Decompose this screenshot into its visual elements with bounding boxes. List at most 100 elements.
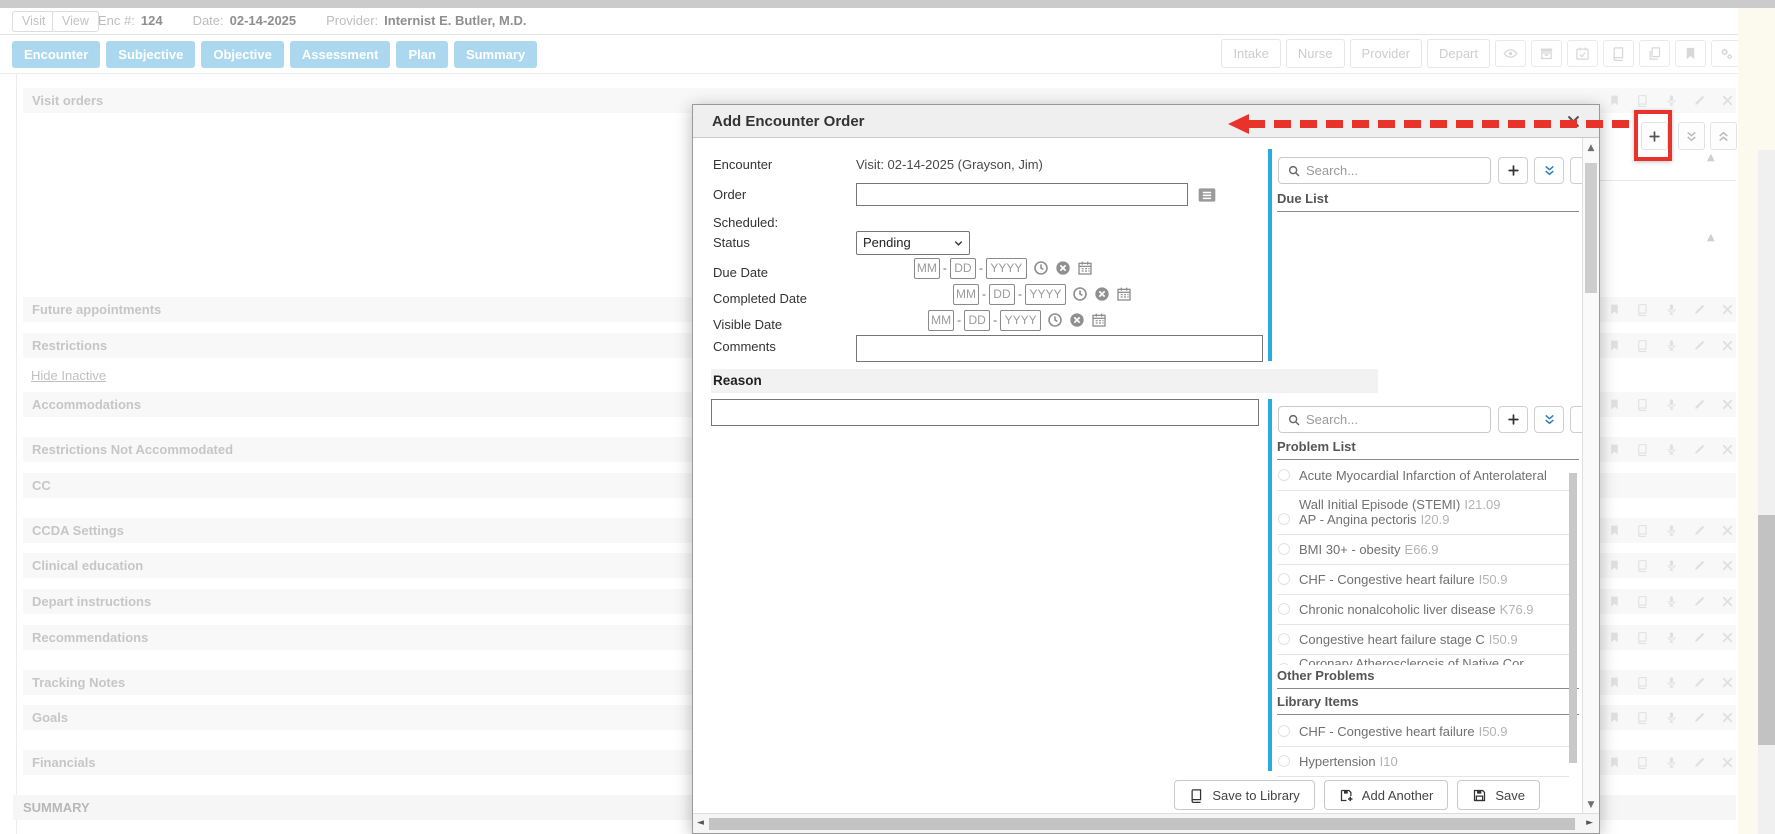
stage-button[interactable]: Provider [1350, 39, 1422, 68]
stage-button[interactable]: Depart [1427, 39, 1490, 68]
dialog-hscroll-thumb[interactable] [709, 818, 1575, 830]
problem-list-item[interactable]: Coronary Atherosclerosis of Native Cor [1277, 655, 1569, 665]
problem-radio[interactable] [1278, 543, 1290, 555]
delete-x-icon[interactable] [1721, 711, 1734, 724]
bookmark-icon[interactable] [1608, 339, 1621, 352]
calendar-icon[interactable] [1077, 260, 1093, 276]
stage-button[interactable]: Intake [1221, 39, 1280, 68]
delete-x-icon[interactable] [1721, 756, 1734, 769]
problem-radio[interactable] [1278, 603, 1290, 615]
day-input[interactable] [950, 258, 976, 279]
hide-inactive-link[interactable]: Hide Inactive [31, 368, 106, 383]
month-input[interactable] [953, 284, 979, 305]
library-book-icon[interactable] [1636, 595, 1649, 608]
microphone-icon[interactable] [1665, 524, 1678, 537]
header-icon-button[interactable] [1495, 40, 1526, 67]
problem-radio[interactable] [1278, 469, 1290, 481]
year-input[interactable] [1025, 284, 1066, 305]
delete-x-icon[interactable] [1721, 303, 1734, 316]
delete-x-icon[interactable] [1721, 524, 1734, 537]
header-icon-button[interactable] [1639, 40, 1670, 67]
header-icon-button[interactable] [1675, 40, 1706, 67]
delete-x-icon[interactable] [1721, 676, 1734, 689]
clock-icon[interactable] [1047, 312, 1063, 328]
dialog-vertical-scrollbar[interactable]: ▲ ▼ [1582, 138, 1599, 815]
year-input[interactable] [986, 258, 1027, 279]
problem-search-input[interactable] [1306, 408, 1486, 431]
due-expand-button[interactable] [1534, 157, 1564, 184]
dialog-footer-button[interactable]: Save [1457, 780, 1540, 810]
delete-x-icon[interactable] [1721, 595, 1734, 608]
bookmark-icon[interactable] [1608, 94, 1621, 107]
problem-list-item[interactable]: Chronic nonalcoholic liver diseaseK76.9 [1277, 595, 1569, 625]
delete-x-icon[interactable] [1721, 398, 1734, 411]
clear-date-icon[interactable] [1055, 260, 1071, 276]
dialog-vscroll-thumb[interactable] [1585, 163, 1597, 293]
edit-pencil-icon[interactable] [1693, 756, 1706, 769]
bookmark-icon[interactable] [1608, 303, 1621, 316]
delete-x-icon[interactable] [1721, 559, 1734, 572]
problem-radio[interactable] [1278, 663, 1290, 665]
bookmark-icon[interactable] [1608, 443, 1621, 456]
microphone-icon[interactable] [1665, 676, 1678, 689]
delete-x-icon[interactable] [1721, 94, 1734, 107]
edit-pencil-icon[interactable] [1693, 94, 1706, 107]
calendar-icon[interactable] [1116, 286, 1132, 302]
library-book-icon[interactable] [1636, 398, 1649, 411]
library-book-icon[interactable] [1636, 559, 1649, 572]
microphone-icon[interactable] [1665, 339, 1678, 352]
bookmark-icon[interactable] [1608, 524, 1621, 537]
order-input[interactable] [856, 183, 1188, 206]
problem-radio[interactable] [1278, 633, 1290, 645]
clear-date-icon[interactable] [1094, 286, 1110, 302]
library-book-icon[interactable] [1636, 443, 1649, 456]
edit-pencil-icon[interactable] [1693, 711, 1706, 724]
microphone-icon[interactable] [1665, 94, 1678, 107]
collapse-arrow[interactable]: ▲ [1707, 232, 1715, 243]
clear-date-icon[interactable] [1069, 312, 1085, 328]
microphone-icon[interactable] [1665, 443, 1678, 456]
due-search-input[interactable] [1306, 159, 1486, 182]
library-book-icon[interactable] [1636, 94, 1649, 107]
edit-pencil-icon[interactable] [1693, 398, 1706, 411]
library-radio[interactable] [1278, 755, 1290, 767]
bookmark-icon[interactable] [1608, 559, 1621, 572]
view-button[interactable]: View [52, 11, 99, 32]
dialog-footer-button[interactable]: Save to Library [1174, 780, 1314, 810]
reason-input[interactable] [711, 399, 1259, 426]
library-radio[interactable] [1278, 725, 1290, 737]
calendar-icon[interactable] [1091, 312, 1107, 328]
soap-tab[interactable]: Assessment [290, 41, 391, 68]
header-icon-button[interactable] [1603, 40, 1634, 67]
edit-pencil-icon[interactable] [1693, 559, 1706, 572]
bookmark-icon[interactable] [1608, 711, 1621, 724]
edit-pencil-icon[interactable] [1693, 595, 1706, 608]
page-scrollbar-thumb[interactable] [1758, 515, 1775, 745]
collapse-arrow[interactable]: ▲ [1707, 152, 1715, 163]
soap-tab[interactable]: Summary [454, 41, 537, 68]
problem-list-scrollbar-thumb[interactable] [1569, 473, 1577, 763]
edit-pencil-icon[interactable] [1693, 443, 1706, 456]
problem-list-item[interactable]: BMI 30+ - obesityE66.9 [1277, 535, 1569, 565]
month-input[interactable] [914, 258, 940, 279]
bookmark-icon[interactable] [1608, 595, 1621, 608]
comments-input[interactable] [856, 335, 1263, 362]
bookmark-icon[interactable] [1608, 756, 1621, 769]
library-book-icon[interactable] [1636, 524, 1649, 537]
order-picker-button[interactable] [1193, 183, 1220, 208]
library-book-icon[interactable] [1636, 631, 1649, 644]
scroll-left-arrow[interactable]: ◄ [697, 818, 704, 828]
year-input[interactable] [1000, 310, 1041, 331]
problem-list-item[interactable]: Congestive heart failure stage CI50.9 [1277, 625, 1569, 655]
microphone-icon[interactable] [1665, 559, 1678, 572]
soap-tab[interactable]: Objective [201, 41, 284, 68]
edit-pencil-icon[interactable] [1693, 303, 1706, 316]
soap-tab[interactable]: Plan [396, 41, 447, 68]
problem-expand-button[interactable] [1534, 406, 1564, 433]
problem-radio[interactable] [1278, 573, 1290, 585]
edit-pencil-icon[interactable] [1693, 339, 1706, 352]
day-input[interactable] [964, 310, 990, 331]
dialog-footer-button[interactable]: Add Another [1324, 780, 1449, 810]
soap-tab[interactable]: Encounter [12, 41, 100, 68]
delete-x-icon[interactable] [1721, 631, 1734, 644]
